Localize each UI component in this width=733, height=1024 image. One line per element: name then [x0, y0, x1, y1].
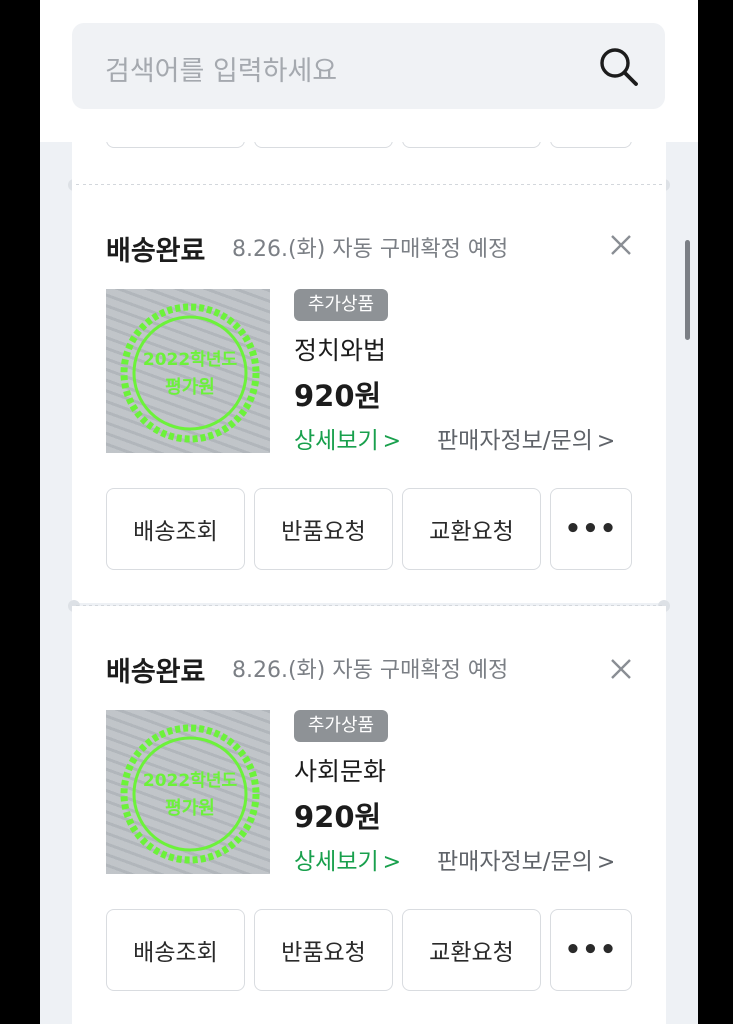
seller-label: 판매자정보/문의 [437, 428, 593, 454]
product-name[interactable]: 정치와법 [294, 331, 386, 367]
order-list-screen: 검색어를 입력하세요 배송완료 8.26.(화) 자동 구매확정 예정 2022… [40, 0, 698, 1024]
exchange-request-button[interactable]: 교환요청 [402, 488, 541, 570]
additional-item-badge: 추가상품 [294, 289, 388, 321]
stamp-overlay: 2022학년도 평가원 [120, 724, 260, 864]
chevron-right-icon: > [596, 850, 616, 875]
search-icon[interactable] [597, 45, 639, 87]
confirm-date: 8.26.(화) 자동 구매확정 예정 [232, 658, 509, 683]
order-card: 배송완료 8.26.(화) 자동 구매확정 예정 2022학년도 평가원 추가상… [72, 606, 666, 1024]
stamp-overlay: 2022학년도 평가원 [120, 303, 260, 443]
product-thumbnail[interactable]: 2022학년도 평가원 [106, 710, 270, 874]
order-status: 배송완료 [106, 236, 206, 267]
close-icon[interactable] [606, 230, 636, 260]
search-placeholder: 검색어를 입력하세요 [105, 56, 338, 87]
track-shipment-button[interactable]: 배송조회 [106, 488, 245, 570]
additional-item-badge: 추가상품 [294, 710, 388, 742]
seller-info-link[interactable]: 판매자정보/문의 > [437, 842, 615, 876]
product-price: 920원 [294, 379, 382, 413]
separator-strip [72, 148, 666, 188]
search-header: 검색어를 입력하세요 [40, 0, 698, 142]
stamp-text: 평가원 [165, 377, 215, 398]
stamp-text: 2022학년도 [143, 350, 238, 370]
close-icon[interactable] [606, 654, 636, 684]
product-thumbnail[interactable]: 2022학년도 평가원 [106, 289, 270, 453]
return-request-button[interactable]: 반품요청 [254, 909, 393, 991]
scrollbar[interactable] [685, 240, 690, 340]
more-options-button[interactable]: ••• [550, 488, 632, 570]
more-options-button[interactable]: ••• [550, 909, 632, 991]
product-name[interactable]: 사회문화 [294, 752, 386, 788]
detail-link[interactable]: 상세보기 > [294, 421, 401, 455]
detail-link[interactable]: 상세보기 > [294, 842, 401, 876]
order-card: 배송완료 8.26.(화) 자동 구매확정 예정 2022학년도 평가원 추가상… [72, 185, 666, 603]
detail-label: 상세보기 [294, 428, 379, 454]
track-shipment-button[interactable]: 배송조회 [106, 909, 245, 991]
order-status: 배송완료 [106, 657, 206, 688]
stamp-text: 2022학년도 [143, 771, 238, 791]
chevron-right-icon: > [382, 850, 402, 875]
stamp-text: 평가원 [165, 798, 215, 819]
product-price: 920원 [294, 800, 382, 834]
seller-label: 판매자정보/문의 [437, 849, 593, 875]
return-request-button[interactable]: 반품요청 [254, 488, 393, 570]
confirm-date: 8.26.(화) 자동 구매확정 예정 [232, 237, 509, 262]
detail-label: 상세보기 [294, 849, 379, 875]
chevron-right-icon: > [596, 429, 616, 454]
chevron-right-icon: > [382, 429, 402, 454]
seller-info-link[interactable]: 판매자정보/문의 > [437, 421, 615, 455]
exchange-request-button[interactable]: 교환요청 [402, 909, 541, 991]
search-input[interactable]: 검색어를 입력하세요 [72, 23, 665, 109]
